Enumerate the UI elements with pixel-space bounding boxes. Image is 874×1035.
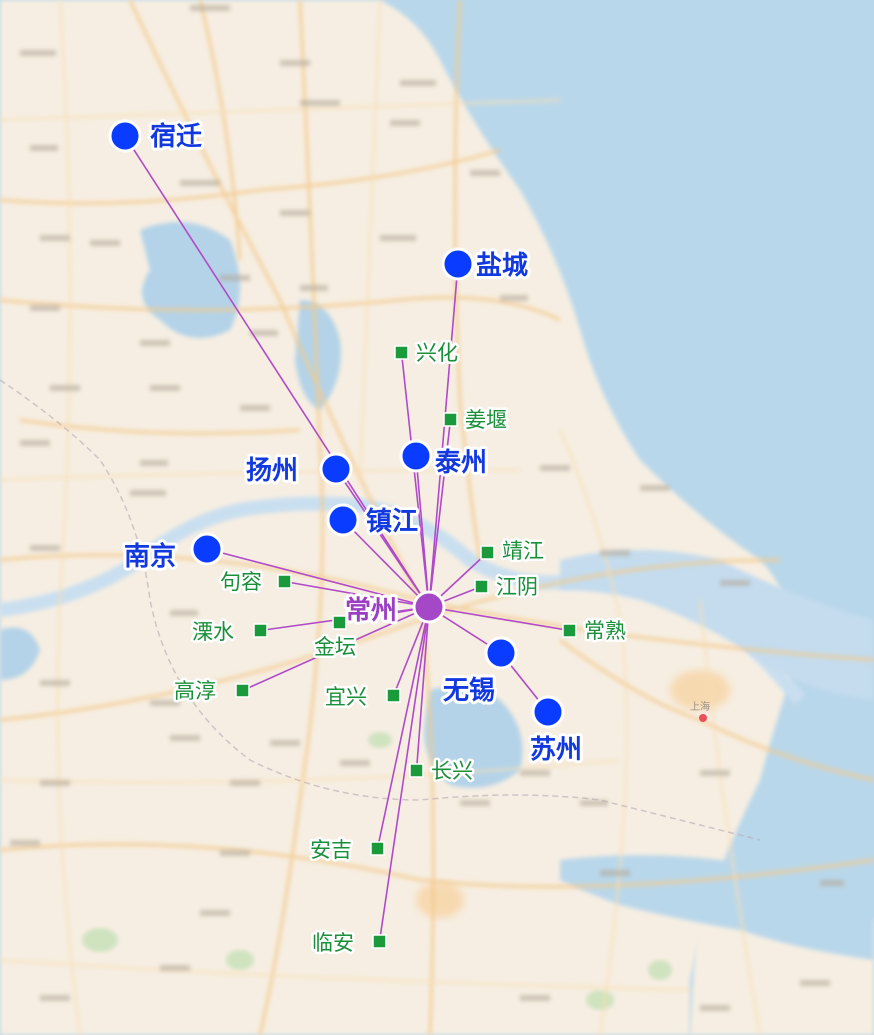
county-marker-linan[interactable] [372, 934, 387, 949]
city-marker-suzhou[interactable] [531, 695, 565, 729]
map-canvas: 上海 兴化 姜堰 靖江 江阴 常熟 句容 金坛 溧水 高淳 宜兴 长兴 安吉 临… [0, 0, 874, 1035]
hub-marker-changzhou[interactable] [412, 590, 446, 624]
county-label-xinghua: 兴化 [416, 341, 458, 365]
city-marker-zhenjiang[interactable] [326, 503, 360, 537]
city-marker-wuxi[interactable] [484, 636, 518, 670]
county-marker-jingjiang[interactable] [480, 545, 495, 560]
basemap-label-shanghai: 上海 [690, 700, 710, 713]
county-marker-anji[interactable] [370, 841, 385, 856]
county-marker-changshu[interactable] [562, 623, 577, 638]
hub: 常州 [342, 590, 446, 629]
shanghai-marker [699, 714, 707, 722]
county-label-gaochun: 高淳 [174, 679, 216, 703]
city-marker-taizhou[interactable] [399, 439, 433, 473]
city-marker-yancheng[interactable] [441, 247, 475, 281]
hub-label-changzhou: 常州 [345, 596, 397, 626]
county-label-jiangyan: 姜堰 [465, 408, 507, 432]
county-label-jintan: 金坛 [314, 635, 356, 659]
county-marker-changxing[interactable] [409, 763, 424, 778]
route-map[interactable]: 上海 兴化 姜堰 靖江 江阴 常熟 句容 金坛 溧水 高淳 宜兴 长兴 安吉 临… [0, 0, 874, 1035]
city-label-yangzhou: 扬州 [246, 456, 298, 486]
county-label-yixing: 宜兴 [325, 685, 367, 709]
county-label-liyang: 溧水 [192, 620, 234, 644]
county-label-changxing: 长兴 [431, 759, 473, 783]
county-marker-yixing[interactable] [386, 688, 401, 703]
city-label-yancheng: 盐城 [476, 251, 528, 281]
city-marker-yangzhou[interactable] [319, 452, 353, 486]
county-label-jiangyin: 江阴 [496, 575, 538, 599]
county-marker-gaochun[interactable] [235, 683, 250, 698]
county-label-linan: 临安 [312, 931, 354, 955]
county-label-jurong: 句容 [220, 570, 262, 594]
county-label-changshu: 常熟 [584, 619, 626, 643]
county-marker-jiangyan[interactable] [443, 412, 458, 427]
city-label-zhenjiang: 镇江 [366, 507, 418, 537]
county-marker-liyang[interactable] [253, 623, 268, 638]
city-marker-suqian[interactable] [108, 119, 142, 153]
city-label-taizhou: 泰州 [435, 448, 487, 478]
city-label-suzhou: 苏州 [530, 735, 582, 765]
county-label-anji: 安吉 [310, 838, 352, 862]
county-marker-jiangyin[interactable] [474, 579, 489, 594]
city-label-nanjing: 南京 [124, 541, 176, 572]
city-label-wuxi: 无锡 [443, 676, 495, 706]
city-marker-nanjing[interactable] [190, 532, 224, 566]
county-marker-xinghua[interactable] [394, 345, 409, 360]
city-label-suqian: 宿迁 [150, 121, 202, 152]
county-label-jingjiang: 靖江 [502, 539, 544, 563]
county-marker-jurong[interactable] [277, 574, 292, 589]
